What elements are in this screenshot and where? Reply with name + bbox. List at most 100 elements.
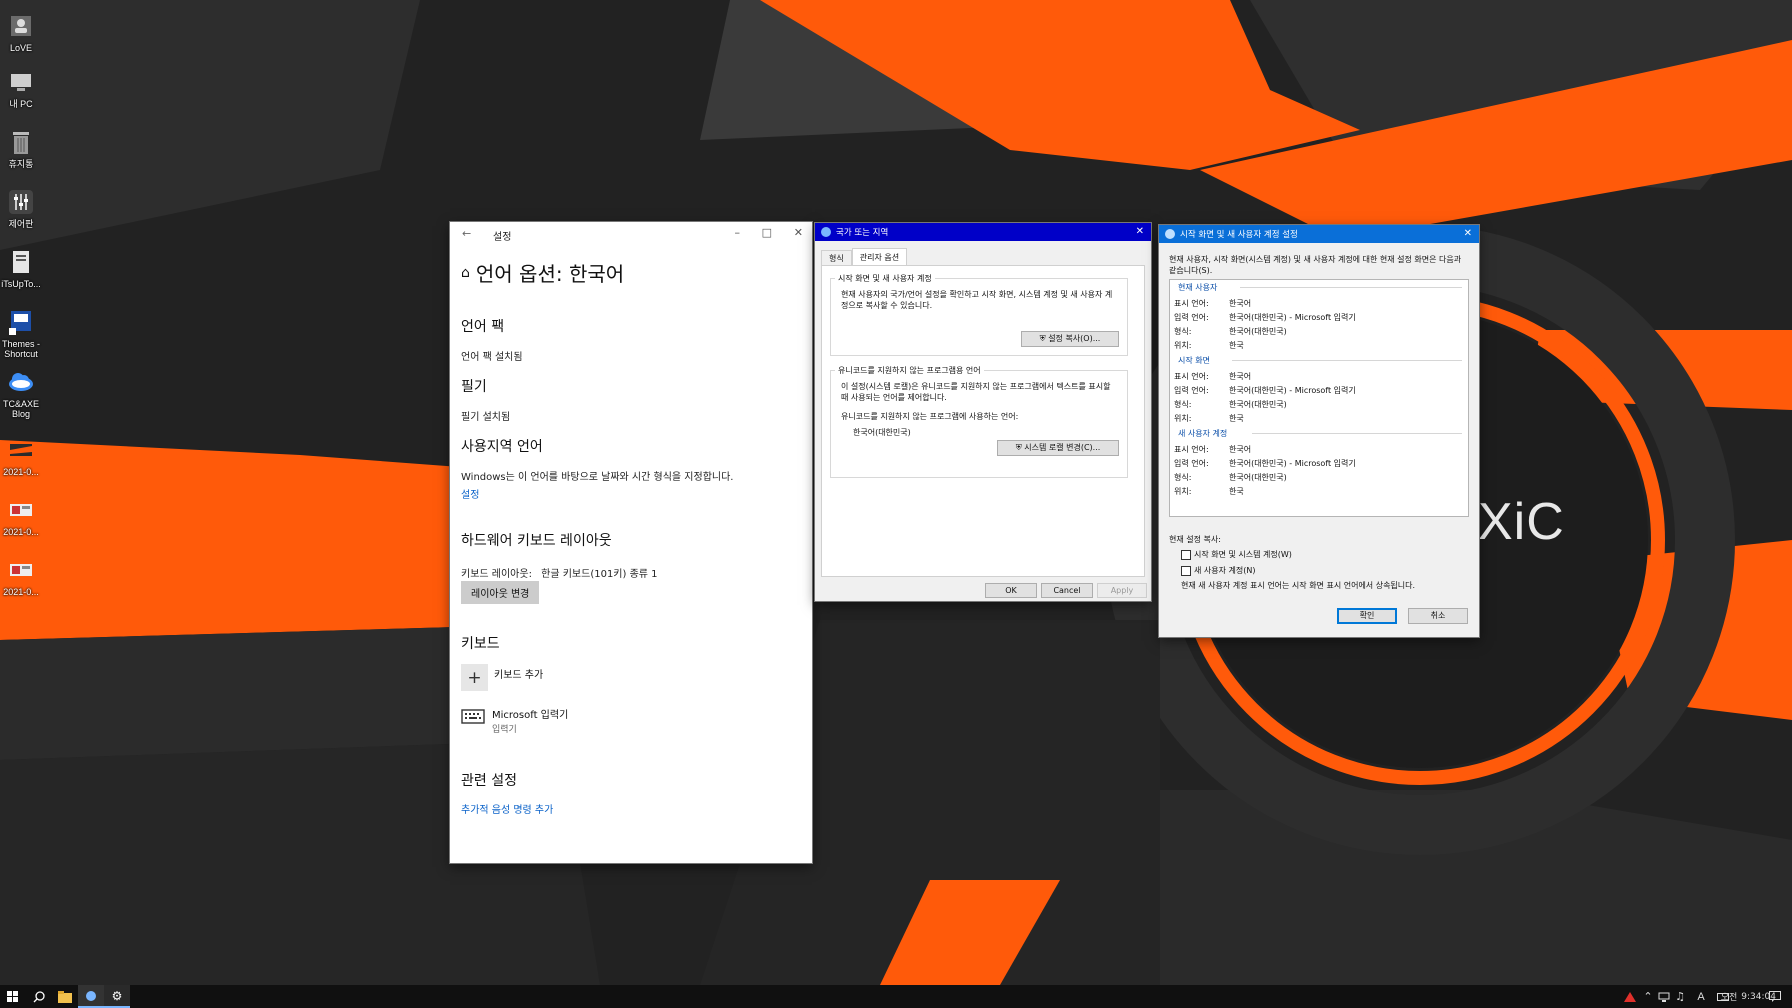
region-title: 국가 또는 지역 xyxy=(836,228,889,238)
image-file-icon xyxy=(7,556,35,584)
tab-format[interactable]: 형식 xyxy=(821,250,852,266)
row-label: 위치: xyxy=(1174,414,1192,423)
region-tabs: 형식 관리자 옵션 xyxy=(821,248,908,266)
desktop-icon-themes[interactable]: Themes - Shortcut xyxy=(0,308,42,359)
row-value: 한국어(대한민국) xyxy=(1229,473,1287,482)
section-row: 입력 언어: 한국어(대한민국) - Microsoft 입력기 xyxy=(1174,457,1462,471)
region-cancel-button[interactable]: Cancel xyxy=(1041,583,1093,598)
inherit-note: 현재 새 사용자 계정 표시 언어는 시작 화면 표시 언어에서 상속됩니다. xyxy=(1181,581,1416,590)
region-dialog: 국가 또는 지역 ✕ 형식 관리자 옵션 시작 화면 및 새 사용자 계정 현재… xyxy=(815,223,1151,601)
start-button[interactable] xyxy=(0,985,26,1008)
minimize-button[interactable]: – xyxy=(735,226,741,239)
keyboards-heading: 키보드 xyxy=(461,636,500,652)
row-value: 한국 xyxy=(1229,414,1244,423)
tray-chevron-up-icon[interactable]: ⌃ xyxy=(1640,985,1656,1008)
handwriting-status: 필기 설치됨 xyxy=(461,412,511,423)
desktop-icon-label: LoVE xyxy=(9,43,33,53)
tray-volume-icon[interactable]: ♫ xyxy=(1672,985,1688,1008)
row-value: 한국어 xyxy=(1229,372,1252,381)
desktop-icon-control-panel[interactable]: 제어판 xyxy=(0,188,42,229)
welcome-group: 시작 화면 및 새 사용자 계정 현재 사용자의 국가/언어 설정을 확인하고 … xyxy=(830,273,1128,356)
image-file-icon xyxy=(7,496,35,524)
region-apply-button[interactable]: Apply xyxy=(1097,583,1147,598)
taskbar-region-settings[interactable] xyxy=(78,985,104,1008)
checkbox-welcome-system-label: 시작 화면 및 시스템 계정(W) xyxy=(1194,550,1292,559)
tray-antivirus-icon[interactable] xyxy=(1622,985,1638,1008)
close-button[interactable]: ✕ xyxy=(794,226,803,239)
copy-close-button[interactable]: ✕ xyxy=(1464,228,1472,239)
maximize-button[interactable]: □ xyxy=(762,226,772,239)
copy-title: 시작 화면 및 새 사용자 계정 설정 xyxy=(1180,230,1298,240)
row-label: 입력 언어: xyxy=(1174,386,1209,395)
unicode-group-label: 유니코드를 지원하지 않는 프로그램용 언어 xyxy=(835,365,984,376)
taskbar: ⚙ ⌃ ♫ A 오전 9:34:04 xyxy=(0,985,1792,1008)
row-label: 형식: xyxy=(1174,400,1192,409)
themes-icon xyxy=(7,308,35,336)
region-close-button[interactable]: ✕ xyxy=(1136,226,1144,237)
tray-network-icon[interactable] xyxy=(1656,985,1672,1008)
wallpaper-brand-text: XiC xyxy=(1478,493,1565,551)
copy-cancel-button[interactable]: 취소 xyxy=(1408,608,1468,624)
plus-icon: + xyxy=(461,664,488,691)
region-ok-button[interactable]: OK xyxy=(985,583,1037,598)
desktop-icon-file-2[interactable]: 2021-0... xyxy=(0,496,42,537)
search-button[interactable] xyxy=(26,985,52,1008)
row-label: 입력 언어: xyxy=(1174,459,1209,468)
hw-keyboard-heading: 하드웨어 키보드 레이아웃 xyxy=(461,533,612,549)
section-row: 위치: 한국 xyxy=(1174,339,1462,353)
change-layout-button[interactable]: 레이아웃 변경 xyxy=(461,581,540,604)
section-rule xyxy=(1232,360,1462,361)
unicode-group: 유니코드를 지원하지 않는 프로그램용 언어 이 설정(시스템 로캘)은 유니코… xyxy=(830,365,1128,478)
current-user-section: 현재 사용자 표시 언어: 한국어 입력 언어: 한국어(대한민국) - Micro… xyxy=(1174,282,1462,350)
copy-settings-button[interactable]: ⛨ 설정 복사(O)... xyxy=(1021,331,1119,347)
copy-settings-listbox[interactable]: 현재 사용자 표시 언어: 한국어 입력 언어: 한국어(대한민국) - Micro… xyxy=(1169,279,1469,517)
desktop-icon-love[interactable]: LoVE xyxy=(0,12,42,53)
section-row: 표시 언어: 한국어 xyxy=(1174,443,1462,457)
hw-keyboard-layout-value: 한글 키보드(101키) 종류 1 xyxy=(541,569,658,580)
desktop-icon-blog[interactable]: TC&AXE Blog xyxy=(0,368,42,419)
change-system-locale-button[interactable]: ⛨ 시스템 로캘 변경(C)... xyxy=(997,440,1119,456)
section-row: 형식: 한국어(대한민국) xyxy=(1174,325,1462,339)
keyboard-item-microsoft-ime[interactable]: Microsoft 입력기 입력기 xyxy=(461,706,568,735)
desktop-icon-itsupto[interactable]: iTsUpTo... xyxy=(0,248,42,289)
taskbar-settings[interactable]: ⚙ xyxy=(104,985,130,1008)
cloud-icon xyxy=(7,368,35,396)
checkbox-welcome-system[interactable]: 시작 화면 및 시스템 계정(W) xyxy=(1181,549,1292,560)
row-label: 형식: xyxy=(1174,473,1192,482)
desktop-icon-file-1[interactable]: 2021-0... xyxy=(0,436,42,477)
desktop-icon-label: iTsUpTo... xyxy=(1,279,41,289)
section-row: 위치: 한국 xyxy=(1174,412,1462,426)
unicode-current-label: 유니코드를 지원하지 않는 프로그램에 사용하는 언어: xyxy=(841,412,1019,421)
notification-center-icon[interactable] xyxy=(1762,985,1788,1008)
row-value: 한국어(대한민국) - Microsoft 입력기 xyxy=(1229,459,1356,468)
section-row: 형식: 한국어(대한민국) xyxy=(1174,471,1462,485)
voice-command-link[interactable]: 추가적 음성 명령 추가 xyxy=(461,801,553,816)
desktop-icon-label: 제어판 xyxy=(8,219,34,229)
add-keyboard-button[interactable]: + 키보드 추가 xyxy=(461,664,543,691)
row-label: 입력 언어: xyxy=(1174,313,1209,322)
checkbox-new-user[interactable]: 새 사용자 계정(N) xyxy=(1181,565,1255,576)
settings-window: ← 설정 – □ ✕ ⌂ 언어 옵션: 한국어 언어 팩 언어 팩 설치됨 필기… xyxy=(450,222,812,863)
window-title: 설정 xyxy=(493,232,512,243)
windows-icon xyxy=(7,990,18,1002)
shield-icon: ⛨ xyxy=(1015,443,1022,452)
row-label: 표시 언어: xyxy=(1174,372,1209,381)
desktop-icon-label: Themes - Shortcut xyxy=(1,339,40,359)
tab-admin-options[interactable]: 관리자 옵션 xyxy=(851,248,908,266)
section-row: 형식: 한국어(대한민국) xyxy=(1174,398,1462,412)
row-value: 한국 xyxy=(1229,341,1244,350)
row-value: 한국 xyxy=(1229,487,1244,496)
home-icon[interactable]: ⌂ xyxy=(461,265,470,281)
globe-icon xyxy=(821,227,831,237)
change-system-locale-label: 시스템 로캘 변경(C)... xyxy=(1024,443,1101,452)
section-rule xyxy=(1252,433,1462,434)
desktop-icon-file-3[interactable]: 2021-0... xyxy=(0,556,42,597)
back-arrow-icon[interactable]: ← xyxy=(462,227,471,240)
copy-ok-button[interactable]: 확인 xyxy=(1337,608,1397,624)
regional-settings-link[interactable]: 설정 xyxy=(461,486,479,501)
taskbar-file-explorer[interactable] xyxy=(52,985,78,1008)
desktop-icon-recycle-bin[interactable]: 휴지통 xyxy=(0,128,42,169)
section-rule xyxy=(1240,287,1462,288)
section-row: 위치: 한국 xyxy=(1174,485,1462,499)
desktop-icon-my-pc[interactable]: 내 PC xyxy=(0,68,42,109)
